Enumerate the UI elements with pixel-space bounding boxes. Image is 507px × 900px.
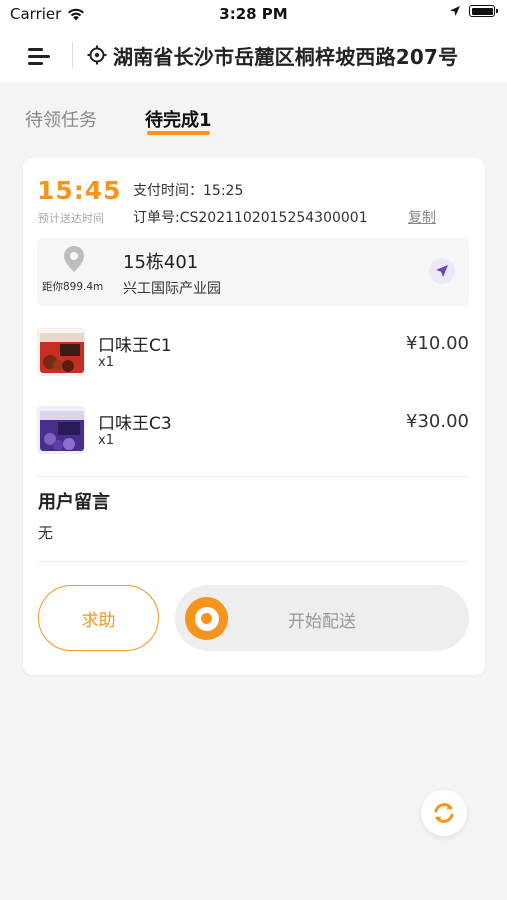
- start-delivery-label: 开始配送: [288, 612, 356, 632]
- start-delivery-slider[interactable]: 开始配送: [175, 585, 469, 651]
- navigate-button[interactable]: [429, 258, 455, 284]
- delivery-address: 距你899.4m 15栋401 兴工国际产业园: [37, 238, 469, 306]
- building-room: 15栋401: [123, 252, 199, 273]
- list-item: 口味王C3 x1 ¥30.00: [37, 406, 469, 458]
- map-pin-icon: [64, 246, 84, 272]
- park-name: 兴工国际产业园: [123, 281, 221, 297]
- location-arrow-icon: [450, 6, 460, 16]
- order-card: 15:45 预计送达时间 支付时间：15:25 订单号:CS2021102015…: [23, 158, 485, 675]
- user-message-text: 无: [38, 524, 54, 542]
- clock: 3:28 PM: [219, 5, 288, 23]
- item-quantity: x1: [98, 355, 114, 370]
- refresh-icon: [434, 803, 454, 823]
- item-name: 口味王C3: [98, 414, 172, 434]
- locate-icon: [87, 45, 107, 65]
- tab-pending-tasks[interactable]: 待领任务: [25, 106, 97, 132]
- header-divider: [72, 42, 73, 68]
- status-bar: Carrier 3:28 PM: [0, 0, 507, 28]
- current-address[interactable]: 湖南省长沙市岳麓区桐梓坡西路207号: [113, 41, 458, 70]
- eta-label: 预计送达时间: [38, 212, 104, 225]
- help-button[interactable]: 求助: [38, 585, 159, 651]
- divider: [37, 476, 469, 477]
- status-icons: [449, 5, 498, 17]
- copy-button[interactable]: 复制: [408, 207, 436, 227]
- list-item: 口味王C1 x1 ¥10.00: [37, 328, 469, 380]
- header: 湖南省长沙市岳麓区桐梓坡西路207号: [0, 28, 507, 82]
- user-message-title: 用户留言: [38, 492, 110, 513]
- order-number: 订单号:CS2021102015254300001: [133, 210, 368, 226]
- item-quantity: x1: [98, 433, 114, 448]
- distance-label: 距你899.4m: [42, 281, 104, 293]
- menu-icon[interactable]: [22, 35, 68, 75]
- divider: [37, 561, 469, 562]
- item-price: ¥30.00: [406, 411, 469, 432]
- eta-time: 15:45: [37, 176, 122, 205]
- navigation-arrow-icon: [436, 265, 448, 277]
- pay-time: 支付时间：15:25: [133, 183, 244, 199]
- item-price: ¥10.00: [406, 333, 469, 354]
- product-thumbnail: [37, 406, 85, 454]
- refresh-button[interactable]: [421, 790, 467, 836]
- battery-icon: [469, 5, 498, 17]
- tab-to-complete[interactable]: 待完成1: [145, 106, 212, 135]
- item-name: 口味王C1: [98, 336, 172, 356]
- task-tabs: 待领任务 待完成1: [0, 100, 507, 136]
- product-thumbnail: [37, 328, 85, 376]
